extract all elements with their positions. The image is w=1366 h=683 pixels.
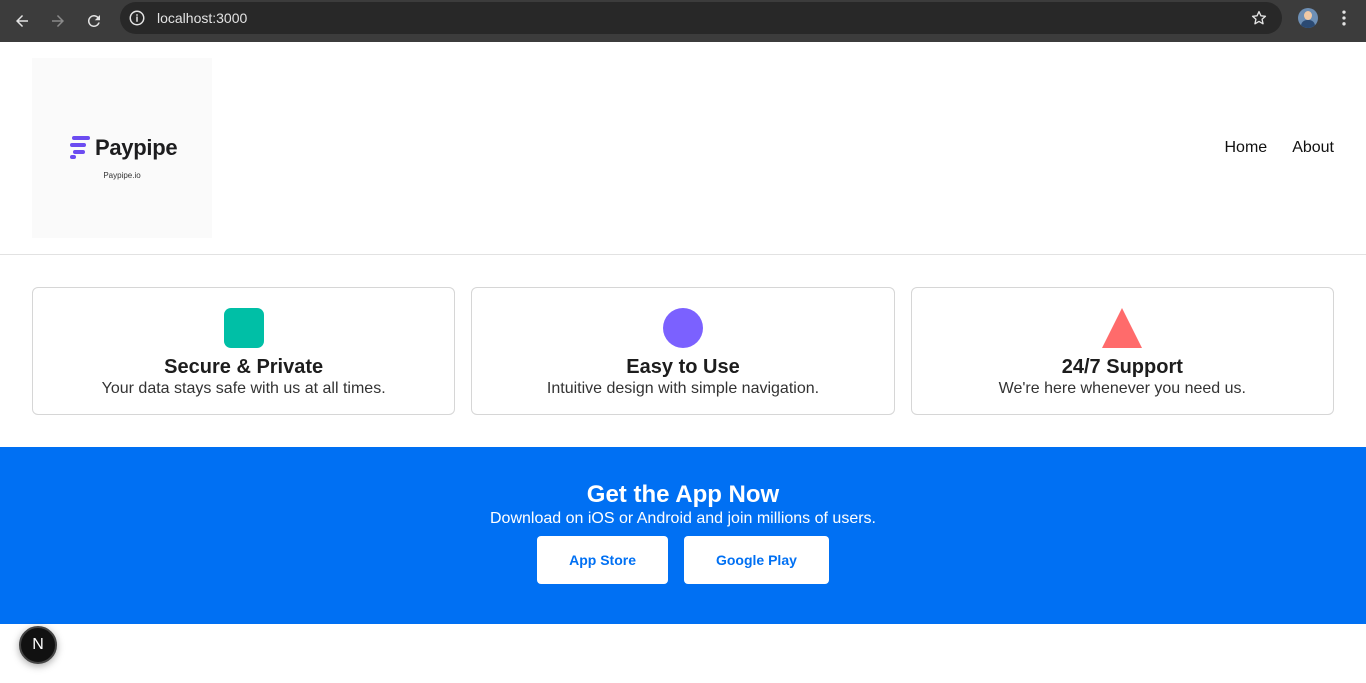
red-triangle-icon bbox=[1102, 308, 1143, 348]
url-text[interactable]: localhost:3000 bbox=[157, 10, 247, 26]
logo[interactable]: Paypipe Paypipe.io bbox=[32, 58, 212, 238]
reload-button[interactable] bbox=[80, 7, 108, 35]
site-header: Paypipe Paypipe.io Home About bbox=[0, 42, 1366, 255]
feature-card-support: 24/7 Support We're here whenever you nee… bbox=[910, 287, 1334, 415]
feature-description: Intuitive design with simple navigation. bbox=[546, 380, 820, 397]
nav-link-about[interactable]: About bbox=[1292, 139, 1334, 157]
features-section: Secure & Private Your data stays safe wi… bbox=[32, 287, 1334, 415]
back-button[interactable] bbox=[8, 7, 36, 35]
forward-arrow-icon bbox=[52, 15, 64, 27]
cta-subtitle: Download on iOS or Android and join mill… bbox=[490, 510, 876, 527]
app-store-button[interactable]: App Store bbox=[537, 536, 668, 584]
google-play-button[interactable]: Google Play bbox=[683, 536, 829, 584]
feature-card-easy: Easy to Use Intuitive design with simple… bbox=[471, 287, 895, 415]
address-bar[interactable]: localhost:3000 bbox=[120, 2, 1282, 34]
feature-title: Easy to Use bbox=[626, 356, 740, 378]
teal-square-icon bbox=[223, 308, 264, 348]
paypipe-logo-icon bbox=[70, 136, 90, 159]
browser-toolbar: localhost:3000 bbox=[0, 0, 1366, 42]
star-icon[interactable] bbox=[1250, 9, 1268, 27]
feature-card-secure: Secure & Private Your data stays safe wi… bbox=[32, 287, 456, 415]
info-icon[interactable] bbox=[128, 9, 146, 27]
nav-link-home[interactable]: Home bbox=[1225, 139, 1268, 157]
purple-circle-icon bbox=[662, 308, 703, 348]
logo-name: Paypipe bbox=[95, 135, 178, 160]
kebab-menu-icon[interactable] bbox=[1334, 8, 1354, 28]
avatar-face bbox=[1304, 11, 1312, 20]
feature-description: We're here whenever you need us. bbox=[998, 380, 1246, 397]
avatar-body bbox=[1301, 20, 1315, 28]
get-app-section: Get the App Now Download on iOS or Andro… bbox=[0, 447, 1366, 624]
logo-domain: Paypipe.io bbox=[103, 171, 141, 180]
cta-title: Get the App Now bbox=[586, 481, 780, 508]
profile-avatar[interactable] bbox=[1298, 8, 1318, 28]
feature-title: Secure & Private bbox=[164, 356, 324, 378]
feature-title: 24/7 Support bbox=[1061, 356, 1183, 378]
nextjs-dev-indicator[interactable]: N bbox=[19, 626, 57, 664]
reload-icon bbox=[87, 14, 100, 27]
forward-button[interactable] bbox=[44, 7, 72, 35]
feature-description: Your data stays safe with us at all time… bbox=[101, 380, 386, 397]
back-arrow-icon bbox=[16, 15, 28, 27]
main-nav: Home About bbox=[1225, 139, 1335, 157]
store-buttons: App Store Google Play bbox=[0, 536, 1366, 584]
